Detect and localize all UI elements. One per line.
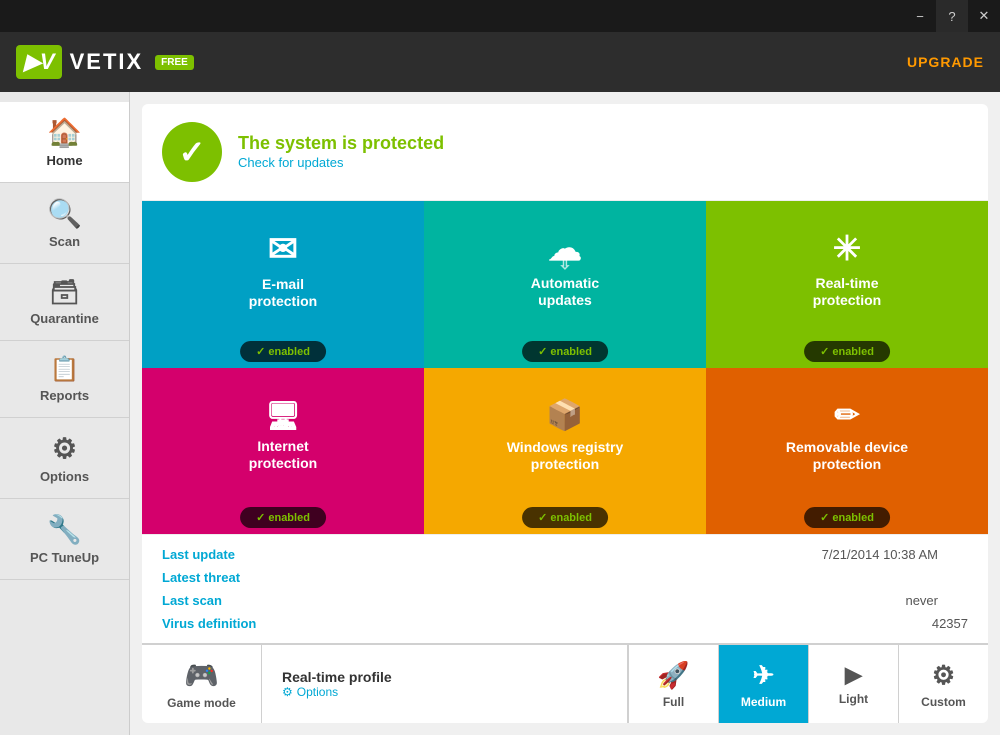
status-bar: ✓ The system is protected Check for upda…: [142, 104, 988, 201]
scan-icon: 🔍: [47, 197, 82, 230]
email-icon: ✉: [268, 228, 298, 270]
internet-status: enabled: [240, 507, 326, 528]
registry-status: enabled: [522, 507, 608, 528]
main-layout: 🏠 Home 🔍 Scan 🗃 Quarantine 📋 Reports ⚙ O…: [0, 92, 1000, 735]
content-inner: ✓ The system is protected Check for upda…: [142, 104, 988, 723]
pctuneup-icon: 🔧: [47, 513, 82, 546]
last-scan-value: never: [565, 593, 968, 608]
sidebar-label-pctuneup: PC TuneUp: [30, 550, 99, 565]
updates-status: enabled: [522, 341, 608, 362]
home-icon: 🏠: [47, 116, 82, 149]
game-mode-label: Game mode: [167, 696, 236, 710]
help-button[interactable]: ?: [936, 0, 968, 32]
titlebar: − ? ✕: [0, 0, 1000, 32]
status-text: The system is protected Check for update…: [238, 133, 444, 172]
removable-label: Removable deviceprotection: [786, 439, 908, 473]
virus-def-value: 42357: [565, 616, 968, 631]
logo: ▶V VETIX FREE: [16, 45, 194, 79]
content-area: ✓ The system is protected Check for upda…: [130, 92, 1000, 735]
full-icon: 🚀: [657, 660, 689, 691]
tab-custom[interactable]: ⚙ Custom: [898, 645, 988, 723]
sidebar-label-reports: Reports: [40, 388, 89, 403]
updates-card[interactable]: ☁ ⇩ Automaticupdates enabled: [424, 201, 706, 368]
email-label: E-mailprotection: [249, 276, 317, 310]
tab-light-label: Light: [839, 692, 868, 706]
sidebar-item-options[interactable]: ⚙ Options: [0, 418, 129, 499]
realtime-profile-title: Real-time profile: [282, 669, 607, 685]
logo-text: VETIX: [70, 49, 144, 75]
tab-full-label: Full: [663, 695, 684, 709]
logo-badge: FREE: [155, 55, 194, 70]
tab-medium[interactable]: ✈ Medium: [718, 645, 808, 723]
registry-icon: 📦: [546, 398, 583, 433]
light-icon: ▶: [845, 662, 862, 688]
tab-light[interactable]: ▶ Light: [808, 645, 898, 723]
removable-protection-card[interactable]: ✏ Removable deviceprotection enabled: [706, 368, 988, 535]
game-mode-button[interactable]: 🎮 Game mode: [142, 645, 262, 723]
email-protection-card[interactable]: ✉ E-mailprotection enabled: [142, 201, 424, 368]
realtime-profile-panel: Real-time profile ⚙ Options: [262, 645, 628, 723]
latest-threat-value: [565, 570, 968, 585]
quarantine-icon: 🗃: [49, 278, 79, 307]
options-link[interactable]: Options: [297, 685, 338, 699]
sidebar-label-scan: Scan: [49, 234, 80, 249]
updates-label: Automaticupdates: [531, 275, 599, 309]
header: ▶V VETIX FREE UPGRADE: [0, 32, 1000, 92]
sidebar-item-pctuneup[interactable]: 🔧 PC TuneUp: [0, 499, 129, 580]
close-button[interactable]: ✕: [968, 0, 1000, 32]
sidebar-item-scan[interactable]: 🔍 Scan: [0, 183, 129, 264]
realtime-protection-card[interactable]: ✳ Real-timeprotection enabled: [706, 201, 988, 368]
sidebar-label-quarantine: Quarantine: [30, 311, 99, 326]
status-title: The system is protected: [238, 133, 444, 154]
internet-protection-card[interactable]: 🖥 Internetprotection enabled: [142, 368, 424, 535]
removable-icon: ✏: [834, 398, 859, 433]
logo-icon: ▶V: [16, 45, 62, 79]
virus-def-label: Virus definition: [162, 616, 565, 631]
sidebar-label-options: Options: [40, 469, 89, 484]
realtime-icon: ✳: [833, 229, 862, 269]
sidebar-item-quarantine[interactable]: 🗃 Quarantine: [0, 264, 129, 341]
tab-full[interactable]: 🚀 Full: [628, 645, 718, 723]
internet-icon: 🖥: [265, 399, 301, 432]
last-update-label: Last update: [162, 547, 565, 562]
sidebar: 🏠 Home 🔍 Scan 🗃 Quarantine 📋 Reports ⚙ O…: [0, 92, 130, 735]
last-scan-label: Last scan: [162, 593, 565, 608]
internet-label: Internetprotection: [249, 438, 317, 472]
tab-custom-label: Custom: [921, 695, 966, 709]
tab-medium-label: Medium: [741, 695, 786, 709]
upgrade-button[interactable]: UPGRADE: [907, 54, 984, 70]
registry-label: Windows registryprotection: [507, 439, 624, 473]
removable-status: enabled: [804, 507, 890, 528]
realtime-label: Real-timeprotection: [813, 275, 881, 309]
protection-grid: ✉ E-mailprotection enabled ☁ ⇩ Automatic…: [142, 201, 988, 534]
email-status: enabled: [240, 341, 326, 362]
minimize-button[interactable]: −: [904, 0, 936, 32]
realtime-profile-options[interactable]: ⚙ Options: [282, 685, 607, 699]
sidebar-item-home[interactable]: 🏠 Home: [0, 102, 129, 183]
info-bar: Last update 7/21/2014 10:38 AM Latest th…: [142, 534, 988, 643]
sidebar-label-home: Home: [46, 153, 82, 168]
options-icon: ⚙: [52, 432, 77, 465]
custom-icon: ⚙: [932, 660, 955, 691]
profile-tabs: 🚀 Full ✈ Medium ▶ Light ⚙ Custom: [628, 645, 988, 723]
gamepad-icon: 🎮: [184, 659, 219, 692]
last-update-value: 7/21/2014 10:38 AM: [565, 547, 968, 562]
bottom-bar: 🎮 Game mode Real-time profile ⚙ Options …: [142, 643, 988, 723]
realtime-status: enabled: [804, 341, 890, 362]
reports-icon: 📋: [50, 355, 80, 384]
sidebar-item-reports[interactable]: 📋 Reports: [0, 341, 129, 418]
checkmark-icon: ✓: [179, 133, 206, 171]
status-icon: ✓: [162, 122, 222, 182]
registry-protection-card[interactable]: 📦 Windows registryprotection enabled: [424, 368, 706, 535]
gear-small-icon: ⚙: [282, 685, 293, 699]
medium-icon: ✈: [753, 660, 775, 691]
check-updates-link[interactable]: Check for updates: [238, 155, 344, 170]
latest-threat-label: Latest threat: [162, 570, 565, 585]
